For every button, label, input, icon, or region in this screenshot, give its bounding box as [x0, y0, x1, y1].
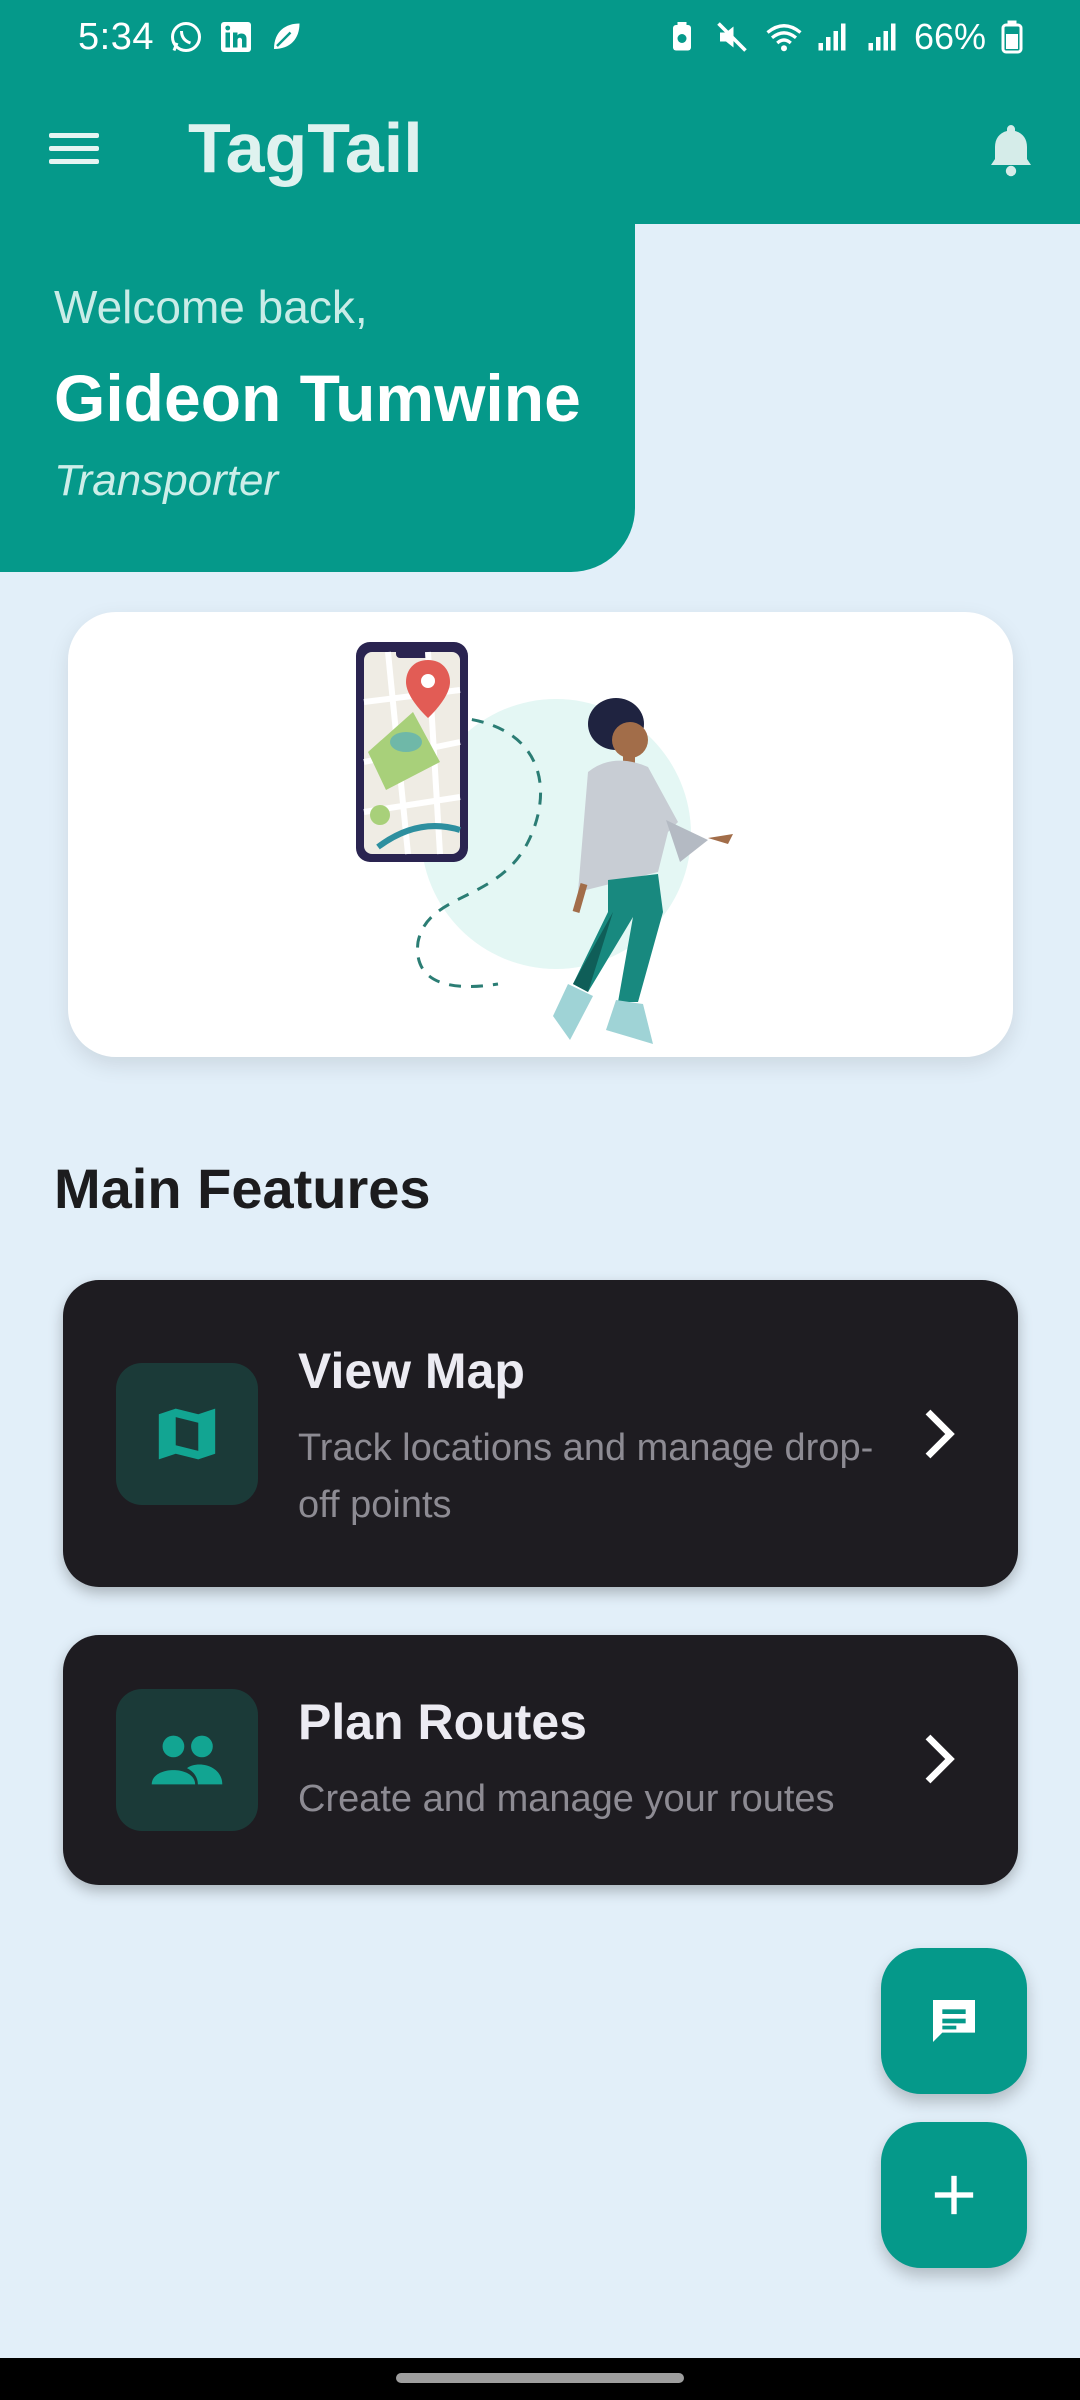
user-name: Gideon Tumwine: [54, 361, 581, 435]
status-bar-left: 5:34: [78, 16, 304, 59]
mute-icon: [714, 19, 750, 55]
map-icon: [116, 1363, 258, 1505]
bell-icon[interactable]: [976, 114, 1046, 184]
battery-percentage: 66%: [913, 16, 986, 57]
welcome-card: Welcome back, Gideon Tumwine Transporter: [0, 222, 635, 572]
home-gesture-handle[interactable]: [396, 2373, 684, 2383]
app-title: TagTail: [188, 109, 423, 187]
feature-card-plan-routes[interactable]: Plan Routes Create and manage your route…: [63, 1635, 1018, 1885]
chevron-right-icon: [920, 1731, 960, 1787]
linkedin-icon: [218, 19, 254, 55]
hamburger-menu-icon[interactable]: [42, 114, 106, 184]
welcome-greeting: Welcome back,: [54, 281, 368, 333]
signal-icon: [864, 19, 900, 55]
feature-title: View Map: [298, 1343, 525, 1399]
illustration-card: [68, 612, 1013, 1057]
system-nav-bar: [0, 2358, 1080, 2400]
status-bar-right: 66%: [664, 16, 1036, 58]
status-time: 5:34: [78, 15, 154, 58]
plus-icon: [934, 2175, 974, 2215]
wifi-icon: [764, 19, 802, 55]
add-fab-button[interactable]: [881, 2122, 1027, 2268]
feature-description: Create and manage your routes: [298, 1778, 835, 1820]
chevron-right-icon: [920, 1406, 960, 1462]
map-person-illustration: [356, 642, 733, 1044]
signal-icon: [814, 19, 850, 55]
whatsapp-icon: [168, 19, 204, 55]
status-bar: 5:34 66%: [0, 0, 1080, 74]
feature-card-view-map[interactable]: View Map Track locations and manage drop…: [63, 1280, 1018, 1587]
feature-title: Plan Routes: [298, 1694, 587, 1750]
people-icon: [116, 1689, 258, 1831]
chat-icon: [933, 2000, 975, 2042]
battery-icon: [1000, 19, 1036, 55]
user-role: Transporter: [54, 456, 279, 505]
section-title: Main Features: [54, 1157, 431, 1220]
chat-fab-button[interactable]: [881, 1948, 1027, 2094]
battery-saver-icon: [664, 19, 700, 55]
leaf-icon: [268, 19, 304, 55]
app-bar: TagTail: [0, 74, 1080, 224]
feature-description: Track locations and manage drop-off poin…: [298, 1427, 874, 1526]
